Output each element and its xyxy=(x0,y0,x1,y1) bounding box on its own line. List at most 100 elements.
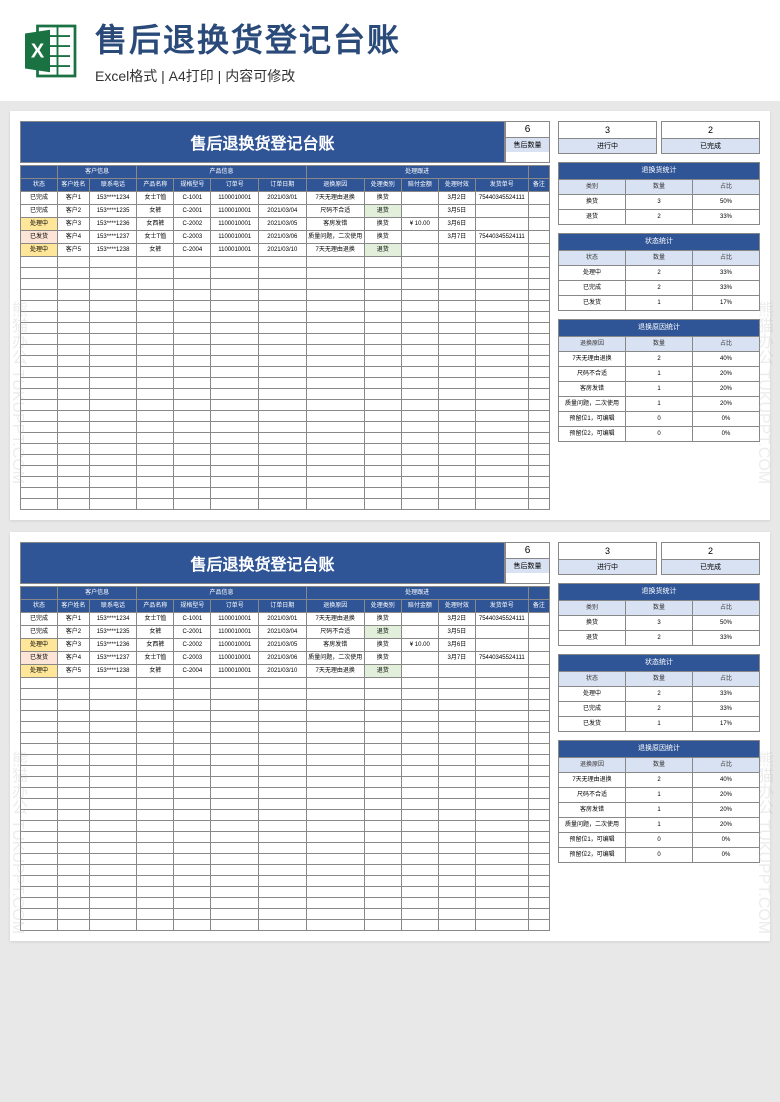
table-row: 已完成 客户1153****1234 女士T恤C-1001 1100010001… xyxy=(21,192,550,205)
title-bar: 售后退换货登记台账 6 售后数量 xyxy=(20,121,550,163)
empty-row xyxy=(21,700,550,711)
empty-row xyxy=(21,689,550,700)
summary-label: 售后数量 xyxy=(506,138,549,152)
sub-title: Excel格式 | A4打印 | 内容可修改 xyxy=(95,66,760,86)
side-stats: 3 进行中 2 已完成 退换货统计 类别数量占比换货350%退货233% 状态统… xyxy=(558,542,760,871)
table-row: 处理中 客户3153****1236 女西裤C-2002 11000100012… xyxy=(21,218,550,231)
stat-row: 预留位1，可编辑00% xyxy=(559,412,760,427)
stat-header: 退换原因 xyxy=(559,758,626,773)
empty-row xyxy=(21,755,550,766)
empty-row xyxy=(21,488,550,499)
empty-row xyxy=(21,766,550,777)
group-header-row: 客户信息 产品信息 处理跟进 xyxy=(21,166,550,179)
stat-table: 状态统计 状态数量占比处理中233%已完成233%已发货117% xyxy=(558,654,760,732)
empty-row xyxy=(21,290,550,301)
type-cell: 退货 xyxy=(364,205,401,218)
header-text: 售后退换货登记台账 Excel格式 | A4打印 | 内容可修改 xyxy=(95,15,760,86)
stat-header: 占比 xyxy=(693,758,760,773)
stat-header: 占比 xyxy=(693,601,760,616)
stat-header: 占比 xyxy=(693,251,760,266)
status-cell: 处理中 xyxy=(21,639,58,652)
stat-title: 状态统计 xyxy=(559,655,760,672)
main-table-area: 售后退换货登记台账 6 售后数量 客户信息 产品信息 处理跟进 状态客户姓名联系… xyxy=(20,121,550,510)
stat-header: 类别 xyxy=(559,180,626,195)
column-header: 备注 xyxy=(528,600,549,613)
status-cell: 已完成 xyxy=(21,205,58,218)
empty-row xyxy=(21,433,550,444)
column-header: 订单号 xyxy=(211,179,259,192)
stat-header: 类别 xyxy=(559,601,626,616)
empty-row xyxy=(21,722,550,733)
type-cell: 退货 xyxy=(364,244,401,257)
stat-row: 换货350% xyxy=(559,616,760,631)
empty-row xyxy=(21,444,550,455)
stat-header: 占比 xyxy=(693,337,760,352)
empty-row xyxy=(21,422,550,433)
type-cell: 换货 xyxy=(364,639,401,652)
stat-table: 状态统计 状态数量占比处理中233%已完成233%已发货117% xyxy=(558,233,760,311)
status-cell: 已发货 xyxy=(21,652,58,665)
empty-row xyxy=(21,821,550,832)
page-header: X 售后退换货登记台账 Excel格式 | A4打印 | 内容可修改 xyxy=(0,0,780,101)
column-header: 发货单号 xyxy=(475,600,528,613)
empty-row xyxy=(21,854,550,865)
type-cell: 换货 xyxy=(364,192,401,205)
watermark: 熊猫办公 TUKUPPT.COM xyxy=(5,301,29,484)
empty-row xyxy=(21,887,550,898)
empty-row xyxy=(21,312,550,323)
status-cell: 处理中 xyxy=(21,218,58,231)
empty-row xyxy=(21,257,550,268)
column-header-row: 状态客户姓名联系电话产品名称规格型号订单号订单日期退换原因处理类别赔付金额处理时… xyxy=(21,600,550,613)
column-header: 退换原因 xyxy=(306,179,364,192)
stat-header: 退换原因 xyxy=(559,337,626,352)
stat-row: 已发货117% xyxy=(559,296,760,311)
stat-header: 数量 xyxy=(626,672,693,687)
progress-box: 3 进行中 xyxy=(558,121,657,154)
group-header-row: 客户信息 产品信息 处理跟进 xyxy=(21,587,550,600)
column-header: 订单日期 xyxy=(259,600,307,613)
stat-row: 客房发错120% xyxy=(559,803,760,818)
empty-row xyxy=(21,400,550,411)
main-table-area: 售后退换货登记台账 6 售后数量 客户信息 产品信息 处理跟进 状态客户姓名联系… xyxy=(20,542,550,931)
stat-row: 预留位2，可编辑00% xyxy=(559,848,760,863)
empty-row xyxy=(21,711,550,722)
empty-row xyxy=(21,378,550,389)
type-cell: 换货 xyxy=(364,218,401,231)
type-cell: 退货 xyxy=(364,665,401,678)
table-row: 处理中 客户3153****1236 女西裤C-2002 11000100012… xyxy=(21,639,550,652)
main-table: 客户信息 产品信息 处理跟进 状态客户姓名联系电话产品名称规格型号订单号订单日期… xyxy=(20,586,550,931)
table-row: 已完成 客户2153****1235 女裤C-2001 110001000120… xyxy=(21,626,550,639)
stat-row: 换货350% xyxy=(559,195,760,210)
stat-table: 退换原因统计 退换原因数量占比7天无理由退换240%尺码不合适120%客房发错1… xyxy=(558,740,760,863)
side-summary-boxes: 3 进行中 2 已完成 xyxy=(558,121,760,154)
sheet-title: 售后退换货登记台账 xyxy=(20,542,505,584)
empty-row xyxy=(21,389,550,400)
spreadsheet-page: 售后退换货登记台账 6 售后数量 客户信息 产品信息 处理跟进 状态客户姓名联系… xyxy=(10,532,770,941)
empty-row xyxy=(21,499,550,510)
stat-title: 退换原因统计 xyxy=(559,320,760,337)
table-row: 已发货 客户4153****1237 女士T恤C-2003 1100010001… xyxy=(21,231,550,244)
column-header: 处理时效 xyxy=(438,179,475,192)
stat-header: 数量 xyxy=(626,180,693,195)
column-header: 处理类别 xyxy=(364,179,401,192)
stat-row: 退货233% xyxy=(559,210,760,225)
table-row: 处理中 客户5153****1238 女裤C-2004 110001000120… xyxy=(21,665,550,678)
column-header: 联系电话 xyxy=(89,179,137,192)
stat-header: 数量 xyxy=(626,758,693,773)
empty-row xyxy=(21,744,550,755)
empty-row xyxy=(21,909,550,920)
column-header: 产品名称 xyxy=(137,600,174,613)
column-header: 状态 xyxy=(21,179,58,192)
watermark: 熊猫办公 TUKUPPT.COM xyxy=(751,301,775,484)
stat-row: 7天无理由退换240% xyxy=(559,773,760,788)
status-cell: 已完成 xyxy=(21,626,58,639)
side-stats: 3 进行中 2 已完成 退换货统计 类别数量占比换货350%退货233% 状态统… xyxy=(558,121,760,450)
summary-label: 售后数量 xyxy=(506,559,549,573)
stat-header: 数量 xyxy=(626,337,693,352)
watermark: 熊猫办公 TUKUPPT.COM xyxy=(751,751,775,934)
column-header: 赔付金额 xyxy=(401,600,438,613)
stat-header: 数量 xyxy=(626,251,693,266)
empty-row xyxy=(21,876,550,887)
stat-row: 预留位2，可编辑00% xyxy=(559,427,760,442)
summary-box: 6 售后数量 xyxy=(505,542,550,584)
